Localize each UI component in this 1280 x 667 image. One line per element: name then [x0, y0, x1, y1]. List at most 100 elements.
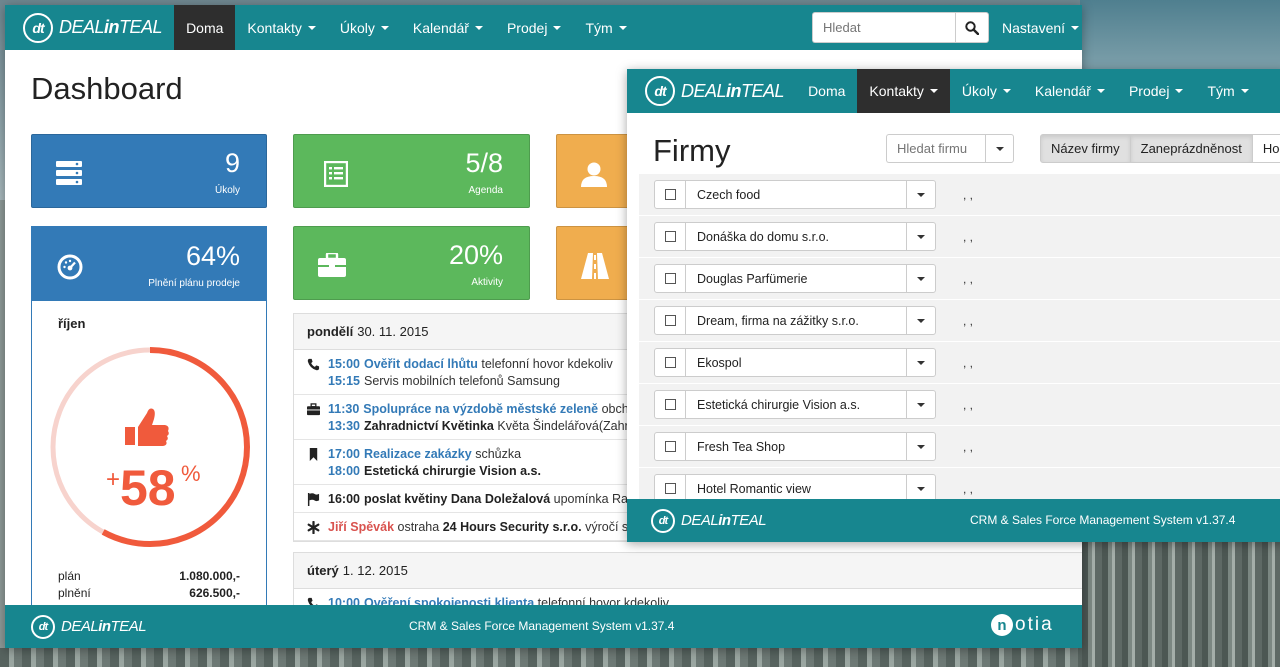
- brand-logo[interactable]: dt DEALinTEAL: [5, 5, 174, 50]
- row-checkbox[interactable]: [654, 306, 686, 335]
- firm-name-button[interactable]: Ekospol: [685, 348, 907, 377]
- nav-item-kalendar[interactable]: Kalendář: [401, 5, 495, 50]
- tile-value: 5/8: [465, 148, 503, 178]
- agenda-day-header: úterý 1. 12. 2015: [294, 553, 1082, 589]
- firm-actions-dropdown[interactable]: [906, 264, 936, 293]
- caret-down-icon: [1071, 25, 1080, 30]
- nav-item-tym[interactable]: Tým: [1195, 69, 1260, 113]
- firm-name-button[interactable]: Douglas Parfümerie: [685, 264, 907, 293]
- firm-row: Douglas Parfümerie , ,: [639, 258, 1280, 300]
- brand-logo[interactable]: dt DEALinTEAL: [627, 69, 796, 113]
- tile-agenda[interactable]: 5/8 Agenda: [293, 134, 530, 208]
- sort-by-name-button[interactable]: Název firmy: [1040, 134, 1131, 163]
- search-button[interactable]: [955, 12, 989, 43]
- firm-actions-dropdown[interactable]: [906, 306, 936, 335]
- row-checkbox[interactable]: [654, 180, 686, 209]
- nav-item-prodej[interactable]: Prodej: [1117, 69, 1195, 113]
- caret-down-icon: [1096, 89, 1105, 93]
- row-checkbox[interactable]: [654, 390, 686, 419]
- sales-plan-header[interactable]: 64% Plnění plánu prodeje: [32, 227, 266, 301]
- nav-item-kontakty[interactable]: Kontakty: [857, 69, 950, 113]
- tile-contacts[interactable]: [556, 134, 636, 208]
- tile-aktivity[interactable]: 20% Aktivity: [293, 226, 530, 300]
- sort-by-busyness-button[interactable]: Zaneprázdněnost: [1129, 134, 1253, 163]
- firm-search-dropdown[interactable]: [985, 134, 1014, 163]
- firm-actions-dropdown[interactable]: [906, 432, 936, 461]
- row-checkbox[interactable]: [654, 348, 686, 377]
- firm-row: Ekospol , ,: [639, 342, 1280, 384]
- event-link[interactable]: Spolupráce na výzdobě městské zeleně: [363, 402, 598, 416]
- phone-icon: [307, 358, 320, 371]
- version-text: CRM & Sales Force Management System v1.3…: [409, 619, 675, 633]
- firm-name-button[interactable]: Estetická chirurgie Vision a.s.: [685, 390, 907, 419]
- background-street: [0, 648, 1082, 667]
- done-value: 626.500,-: [189, 586, 240, 600]
- nav-item-kalendar[interactable]: Kalendář: [1023, 69, 1117, 113]
- firm-list: Czech food, , Donáška do domu s.r.o., , …: [639, 174, 1280, 510]
- firm-actions-dropdown[interactable]: [906, 390, 936, 419]
- bookmark-icon: [309, 448, 318, 461]
- event-link[interactable]: Realizace zakázky: [364, 447, 472, 461]
- brand-logo-icon: dt: [651, 508, 675, 533]
- top-navbar: dt DEALinTEAL Doma Kontakty Úkoly Kalend…: [5, 5, 1082, 50]
- thumbs-up-icon: [125, 408, 169, 446]
- brand-name: DEALinTEAL: [61, 618, 147, 635]
- firm-actions-dropdown[interactable]: [906, 348, 936, 377]
- row-checkbox[interactable]: [654, 222, 686, 251]
- event-link[interactable]: Ověřit dodací lhůtu: [364, 357, 478, 371]
- caret-down-icon: [917, 486, 925, 491]
- caret-down-icon: [618, 25, 627, 30]
- sales-gauge-chart: + 58 %: [50, 347, 250, 547]
- firm-name-button[interactable]: Dream, firma na zážitky s.r.o.: [685, 306, 907, 335]
- firm-search-input[interactable]: [886, 134, 985, 163]
- firm-meta: , ,: [963, 398, 974, 412]
- row-checkbox[interactable]: [654, 264, 686, 293]
- server-icon: [56, 161, 82, 185]
- page-footer: dt DEALinTEAL CRM & Sales Force Manageme…: [5, 605, 1082, 648]
- gauge-unit: %: [181, 461, 201, 486]
- row-checkbox[interactable]: [654, 432, 686, 461]
- nav-item-tym[interactable]: Tým: [573, 5, 638, 50]
- firm-row: Estetická chirurgie Vision a.s. , ,: [639, 384, 1280, 426]
- sales-plan-label: Plnění plánu prodeje: [148, 278, 240, 289]
- firm-name-button[interactable]: Fresh Tea Shop: [685, 432, 907, 461]
- tile-road[interactable]: [556, 226, 636, 300]
- firm-meta: , ,: [963, 314, 974, 328]
- search-input[interactable]: [812, 12, 955, 43]
- search-form: [812, 12, 989, 43]
- firm-actions-dropdown[interactable]: [906, 180, 936, 209]
- page-title: Dashboard: [31, 71, 183, 106]
- caret-down-icon: [917, 360, 925, 365]
- nav-item-ukoly[interactable]: Úkoly: [950, 69, 1023, 113]
- nav-item-ukoly[interactable]: Úkoly: [328, 5, 401, 50]
- nav-item-kontakty[interactable]: Kontakty: [235, 5, 327, 50]
- nav-item-doma[interactable]: Doma: [796, 69, 857, 113]
- dashboard-gauge-icon: [57, 254, 83, 280]
- firm-actions-dropdown[interactable]: [906, 222, 936, 251]
- firm-row: Fresh Tea Shop , ,: [639, 426, 1280, 468]
- firm-meta: , ,: [963, 188, 974, 202]
- caret-down-icon: [1175, 89, 1184, 93]
- tile-label: Úkoly: [214, 185, 240, 196]
- tile-label: Agenda: [468, 185, 503, 196]
- caret-down-icon: [917, 234, 925, 239]
- plan-label: plán: [58, 569, 81, 583]
- firm-name-button[interactable]: Czech food: [685, 180, 907, 209]
- brand-logo-icon: dt: [31, 614, 55, 639]
- notia-logo[interactable]: n otia: [991, 614, 1054, 636]
- brand-name: DEALinTEAL: [681, 512, 767, 529]
- nav-item-prodej[interactable]: Prodej: [495, 5, 573, 50]
- tile-ukoly[interactable]: 9 Úkoly: [31, 134, 267, 208]
- sort-by-value-button[interactable]: Hodn: [1251, 134, 1280, 163]
- firm-name-button[interactable]: Donáška do domu s.r.o.: [685, 222, 907, 251]
- firm-row: Donáška do domu s.r.o. , ,: [639, 216, 1280, 258]
- gauge-sign: +: [106, 466, 120, 493]
- nav-item-doma[interactable]: Doma: [174, 5, 236, 50]
- brand-name: DEALinTEAL: [681, 80, 785, 101]
- page-title: Firmy: [653, 133, 731, 168]
- asterisk-icon: [307, 521, 320, 534]
- settings-menu[interactable]: Nastavení: [1002, 5, 1080, 50]
- firm-row: Czech food , ,: [639, 174, 1280, 216]
- caret-down-icon: [917, 402, 925, 407]
- plan-value: 1.080.000,-: [179, 569, 240, 583]
